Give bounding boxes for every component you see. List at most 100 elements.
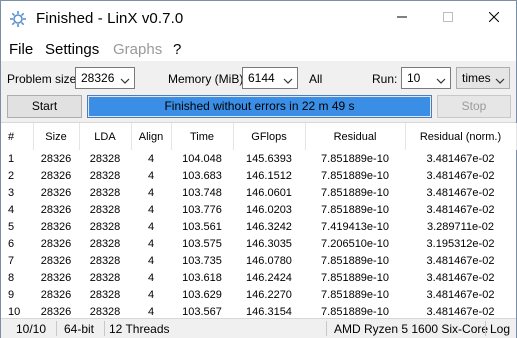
table-cell: 28326 bbox=[40, 186, 72, 199]
table-body: 1 28326 28328 4 104.048 145.6393 7.851889e-10 3… bbox=[1, 150, 516, 320]
column-header-size[interactable]: Size bbox=[33, 123, 80, 150]
close-button[interactable] bbox=[471, 1, 517, 35]
table-header-row: # Size LDA Align Time GFlops Residual Residual … bbox=[1, 123, 517, 150]
table-cell: 3.195312e-02 bbox=[426, 237, 495, 250]
table-cell: 146.0601 bbox=[246, 186, 292, 199]
memory-value: 6144 bbox=[248, 71, 275, 85]
table-cell: 7.851889e-10 bbox=[321, 169, 389, 182]
run-count-select[interactable]: 10 bbox=[401, 67, 451, 89]
minimize-icon bbox=[397, 11, 407, 25]
table-cell: 104.048 bbox=[182, 152, 222, 165]
table-row[interactable]: 2 28326 28328 4 103.683 146.1512 7.851889e-10 3… bbox=[1, 167, 516, 184]
status-separator bbox=[56, 321, 57, 336]
table-cell: 28326 bbox=[40, 288, 72, 301]
table-cell: 3.481467e-02 bbox=[426, 254, 495, 267]
menu-help[interactable]: ? bbox=[173, 41, 181, 58]
problem-size-label: Problem size: bbox=[7, 72, 80, 86]
status-separator bbox=[104, 321, 105, 336]
column-header-gflops[interactable]: GFlops bbox=[233, 123, 306, 150]
status-separator bbox=[485, 321, 486, 336]
menu-settings[interactable]: Settings bbox=[45, 41, 99, 58]
chevron-down-icon bbox=[120, 74, 130, 84]
table-row[interactable]: 5 28326 28328 4 103.561 146.3242 7.419413e-10 3… bbox=[1, 218, 516, 235]
table-cell: 28328 bbox=[89, 152, 121, 165]
menu-graphs[interactable]: Graphs bbox=[113, 41, 162, 58]
table-cell: 3.481467e-02 bbox=[426, 186, 495, 199]
table-cell: 4 bbox=[8, 203, 15, 216]
problem-size-select[interactable]: 28326 bbox=[75, 67, 135, 89]
table-cell: 7.851889e-10 bbox=[321, 152, 389, 165]
menu-file[interactable]: File bbox=[9, 41, 33, 58]
table-cell: 4 bbox=[147, 254, 155, 267]
table-cell: 8 bbox=[8, 271, 15, 284]
progress-text: Finished without errors in 22 m 49 s bbox=[164, 99, 355, 113]
minimize-button[interactable] bbox=[379, 1, 425, 35]
status-cpu: AMD Ryzen 5 1600 Six-Core bbox=[334, 322, 489, 336]
title-bar: Finished - LinX v0.7.0 bbox=[1, 1, 516, 37]
table-cell: 5 bbox=[8, 220, 15, 233]
start-button[interactable]: Start bbox=[7, 95, 82, 118]
table-row[interactable]: 8 28326 28328 4 103.618 146.2424 7.851889e-10 3… bbox=[1, 269, 516, 286]
table-row[interactable]: 4 28326 28328 4 103.776 146.0203 7.851889e-10 3… bbox=[1, 201, 516, 218]
table-cell: 3.289711e-02 bbox=[426, 220, 495, 233]
table-cell: 7.206510e-10 bbox=[321, 237, 389, 250]
table-cell: 7.851889e-10 bbox=[321, 203, 389, 216]
run-count-value: 10 bbox=[407, 71, 421, 85]
table-cell: 28328 bbox=[89, 169, 121, 182]
table-cell: 4 bbox=[147, 220, 155, 233]
table-cell: 3.481467e-02 bbox=[426, 271, 495, 284]
table-row[interactable]: 3 28326 28328 4 103.748 146.0601 7.851889e-10 3… bbox=[1, 184, 516, 201]
log-button[interactable]: Log bbox=[490, 322, 516, 338]
table-cell: 3.481467e-02 bbox=[426, 203, 495, 216]
stop-button[interactable]: Stop bbox=[437, 95, 511, 118]
table-cell: 1 bbox=[8, 152, 15, 165]
run-unit-select[interactable]: times bbox=[456, 67, 510, 89]
table-row[interactable]: 6 28326 28328 4 103.575 146.3035 7.206510e-10 3… bbox=[1, 235, 516, 252]
problem-size-value: 28326 bbox=[81, 71, 115, 85]
table-cell: 4 bbox=[147, 169, 155, 182]
window-title: Finished - LinX v0.7.0 bbox=[36, 10, 184, 27]
table-row[interactable]: 7 28326 28328 4 103.735 146.0780 7.851889e-10 3… bbox=[1, 252, 516, 269]
column-header-residual-norm[interactable]: Residual (norm.) bbox=[405, 123, 517, 150]
table-cell: 28326 bbox=[40, 254, 72, 267]
table-cell: 28326 bbox=[40, 271, 72, 284]
status-progress: 10/10 bbox=[16, 322, 47, 336]
table-cell: 145.6393 bbox=[246, 152, 292, 165]
table-cell: 28328 bbox=[89, 237, 121, 250]
table-cell: 103.629 bbox=[182, 288, 222, 301]
table-row[interactable]: 9 28326 28328 4 103.629 146.2270 7.851889e-10 3… bbox=[1, 286, 516, 303]
column-header-index[interactable]: # bbox=[1, 123, 34, 150]
table-cell: 146.1512 bbox=[246, 169, 292, 182]
column-header-time[interactable]: Time bbox=[171, 123, 234, 150]
memory-select[interactable]: 6144 bbox=[242, 67, 298, 89]
table-cell: 7.851889e-10 bbox=[321, 271, 389, 284]
table-cell: 4 bbox=[147, 237, 155, 250]
table-cell: 28326 bbox=[40, 220, 72, 233]
menu-bar: File Settings Graphs ? bbox=[1, 37, 516, 61]
results-table: # Size LDA Align Time GFlops Residual Residual … bbox=[1, 122, 517, 320]
table-cell: 28328 bbox=[89, 186, 121, 199]
table-cell: 146.0780 bbox=[246, 254, 292, 267]
table-cell: 3.481467e-02 bbox=[426, 152, 495, 165]
column-header-lda[interactable]: LDA bbox=[79, 123, 132, 150]
table-cell: 7.851889e-10 bbox=[321, 254, 389, 267]
table-cell: 4 bbox=[147, 288, 155, 301]
table-cell: 28328 bbox=[89, 288, 121, 301]
table-cell: 28326 bbox=[40, 169, 72, 182]
table-cell: 28328 bbox=[89, 254, 121, 267]
column-header-residual[interactable]: Residual bbox=[305, 123, 406, 150]
column-header-align[interactable]: Align bbox=[131, 123, 172, 150]
table-cell: 103.735 bbox=[182, 254, 222, 267]
table-row[interactable]: 1 28326 28328 4 104.048 145.6393 7.851889e-10 3… bbox=[1, 150, 516, 167]
table-cell: 103.561 bbox=[182, 220, 222, 233]
maximize-button[interactable] bbox=[425, 1, 471, 35]
chevron-down-icon bbox=[495, 74, 505, 84]
toolbar: Problem size: 28326 Memory (MiB): 6144 A… bbox=[1, 61, 516, 121]
table-cell: 7.419413e-10 bbox=[321, 220, 389, 233]
table-cell: 3.481467e-02 bbox=[426, 288, 495, 301]
table-cell: 146.2424 bbox=[246, 271, 292, 284]
status-bar: 10/10 64-bit 12 Threads AMD Ryzen 5 1600… bbox=[1, 318, 516, 338]
run-label: Run: bbox=[372, 72, 398, 86]
log-label: Log bbox=[490, 322, 511, 336]
app-window: Finished - LinX v0.7.0 File Settings Gra… bbox=[0, 0, 517, 338]
